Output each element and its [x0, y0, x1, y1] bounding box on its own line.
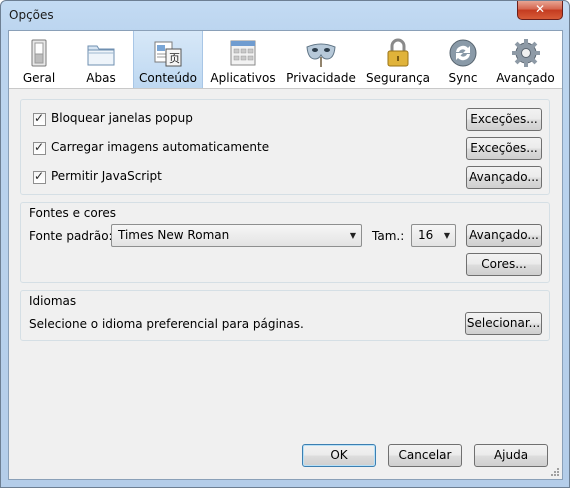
images-checkbox[interactable] — [33, 140, 46, 155]
images-label[interactable]: Carregar imagens automaticamente — [51, 140, 269, 154]
images-exceptions-button[interactable]: Exceções... — [466, 137, 542, 160]
javascript-checkbox[interactable] — [33, 169, 46, 184]
tab-aplicativos[interactable]: Aplicativos — [203, 31, 283, 88]
tab-label: Geral — [22, 71, 56, 85]
javascript-label[interactable]: Permitir JavaScript — [51, 169, 162, 183]
font-size-value: 16 — [418, 228, 434, 242]
tab-label: Avançado — [496, 71, 555, 85]
default-font-select[interactable]: Times New Roman ▼ — [111, 224, 362, 247]
content-options-group: Bloquear janelas popup Exceções... Carre… — [20, 99, 550, 195]
tab-label: Segurança — [365, 71, 431, 85]
preferences-toolbar: Geral Abas 页 Conteúdo Aplicativos Privac… — [9, 31, 562, 89]
fonts-advanced-button[interactable]: Avançado... — [466, 224, 542, 247]
choose-language-button[interactable]: Selecionar... — [465, 312, 542, 335]
content-document-icon: 页 — [154, 41, 182, 67]
default-font-value: Times New Roman — [118, 228, 230, 242]
chevron-down-icon: ▼ — [443, 231, 450, 240]
ok-button[interactable]: OK — [302, 444, 376, 467]
size-label: Tam.: — [372, 229, 405, 243]
tab-conteudo[interactable]: 页 Conteúdo — [133, 31, 203, 88]
popup-checkbox[interactable] — [33, 111, 46, 126]
gear-icon — [511, 39, 540, 67]
padlock-icon — [387, 38, 409, 67]
help-button[interactable]: Ajuda — [474, 444, 548, 467]
title-bar[interactable]: Opções ✕ — [1, 1, 569, 31]
tab-seguranca[interactable]: Segurança — [359, 31, 437, 88]
popup-exceptions-button[interactable]: Exceções... — [466, 108, 542, 131]
fonts-colors-group: Fontes e cores Fonte padrão: Times New R… — [20, 202, 550, 283]
window-title: Opções — [9, 8, 54, 22]
svg-text:页: 页 — [169, 52, 180, 65]
close-button[interactable]: ✕ — [517, 1, 563, 20]
languages-description: Selecione o idioma preferencial para pág… — [29, 317, 304, 331]
client-area: Geral Abas 页 Conteúdo Aplicativos Privac… — [8, 30, 563, 480]
resize-grip-icon[interactable] — [550, 467, 560, 477]
default-font-label: Fonte padrão: — [29, 229, 113, 243]
tab-sync[interactable]: Sync — [437, 31, 489, 88]
chevron-down-icon: ▼ — [349, 231, 356, 240]
languages-group-title: Idiomas — [29, 294, 77, 308]
fonts-group-title: Fontes e cores — [29, 206, 117, 220]
tab-label: Aplicativos — [210, 71, 276, 85]
content-panel: Bloquear janelas popup Exceções... Carre… — [9, 89, 562, 479]
tab-label: Conteúdo — [139, 71, 197, 85]
javascript-advanced-button[interactable]: Avançado... — [466, 166, 542, 189]
font-size-select[interactable]: 16 ▼ — [411, 224, 456, 247]
tab-label: Abas — [86, 71, 116, 85]
colors-button[interactable]: Cores... — [466, 253, 542, 276]
tab-geral[interactable]: Geral — [9, 31, 69, 88]
tab-label: Privacidade — [286, 71, 356, 85]
folder-tabs-icon — [87, 45, 115, 66]
options-window: Opções ✕ Geral Abas 页 Conteúdo Aplicativ… — [0, 0, 570, 488]
tab-privacidade[interactable]: Privacidade — [283, 31, 359, 88]
sync-icon — [449, 39, 477, 67]
applications-icon — [230, 40, 256, 66]
popup-label[interactable]: Bloquear janelas popup — [51, 111, 193, 125]
switch-icon — [31, 39, 47, 67]
cancel-button[interactable]: Cancelar — [388, 444, 462, 467]
mask-icon — [306, 43, 336, 67]
tab-label: Sync — [448, 71, 478, 85]
tab-avancado[interactable]: Avançado — [489, 31, 562, 88]
languages-group: Idiomas Selecione o idioma preferencial … — [20, 290, 550, 341]
tab-abas[interactable]: Abas — [69, 31, 133, 88]
